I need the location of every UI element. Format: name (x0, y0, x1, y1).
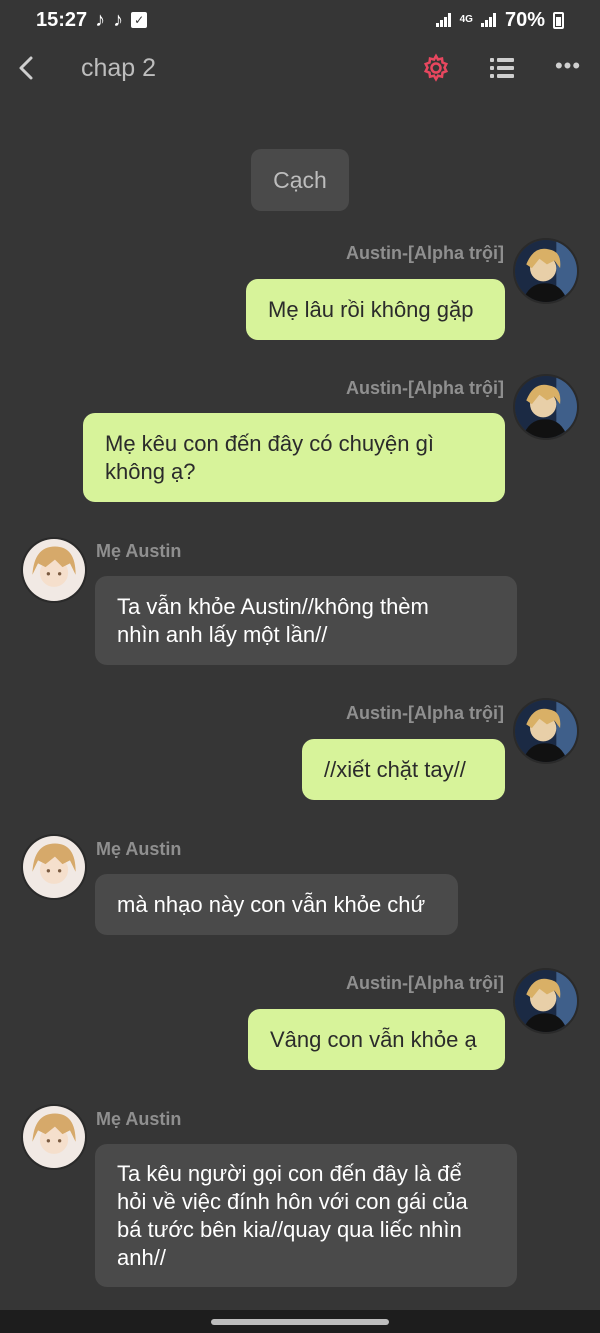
message-text: anh// (117, 1244, 166, 1270)
list-icon (490, 58, 514, 78)
message-text: //xiết chặt tay// (324, 756, 466, 782)
message-text: không ạ? (105, 458, 196, 484)
settings-button[interactable] (420, 52, 452, 84)
sender-name: Mẹ Austin (96, 541, 182, 561)
sender-name: Austin-[Alpha trội] (346, 973, 504, 993)
more-icon: ••• (554, 53, 582, 78)
network-label: 4G (459, 14, 473, 25)
avatar[interactable] (513, 238, 579, 304)
sender-name: Austin-[Alpha trội] (346, 703, 504, 723)
message-bubble: //xiết chặt tay// (302, 739, 505, 800)
clock: 15:27 (36, 8, 88, 31)
message-text: nhìn anh lấy một lần// (117, 621, 328, 647)
message-text: Mẹ lâu rồi không gặp (268, 296, 474, 322)
message-bubble: Mẹ lâu rồi không gặp (246, 279, 505, 340)
message-bubble: Ta kêu người gọi con đến đây là để hỏi v… (95, 1144, 517, 1287)
tiktok-icon: ♪ (113, 8, 124, 31)
list-button[interactable] (486, 52, 518, 84)
battery-icon (553, 11, 564, 29)
chat-header: chap 2 ••• (0, 40, 600, 100)
scene-sound-label: Cạch (251, 149, 349, 211)
signal-icon (480, 13, 497, 27)
avatar[interactable] (21, 834, 87, 900)
avatar[interactable] (513, 968, 579, 1034)
status-bar: 15:27 ♪ ♪ ✓ 4G 70% (0, 0, 600, 40)
sender-name: Mẹ Austin (96, 839, 182, 859)
back-button[interactable] (12, 50, 42, 86)
message-bubble: Ta vẫn khỏe Austin//không thèm nhìn anh … (95, 576, 517, 665)
message-bubble: Vâng con vẫn khỏe ạ (248, 1009, 505, 1070)
message-text: mà nhạo này con vẫn khỏe chứ (117, 891, 426, 917)
message-text: Vâng con vẫn khỏe ạ (270, 1026, 477, 1052)
back-icon (19, 56, 33, 80)
tiktok-icon: ♪ (95, 8, 106, 31)
avatar[interactable] (513, 698, 579, 764)
avatar[interactable] (21, 537, 87, 603)
page-title: chap 2 (81, 54, 157, 82)
message-text: Ta vẫn khỏe Austin//không thèm (117, 593, 429, 619)
check-icon: ✓ (131, 12, 148, 28)
sender-name: Austin-[Alpha trội] (346, 243, 504, 263)
signal-icon (435, 13, 452, 27)
message-text: bá tước bên kia//quay qua liếc nhìn (117, 1216, 462, 1242)
avatar[interactable] (513, 374, 579, 440)
message-text: Mẹ kêu con đến đây có chuyện gì (105, 430, 434, 456)
battery-level: 70% (504, 8, 545, 31)
sender-name: Austin-[Alpha trội] (346, 378, 504, 398)
message-bubble: mà nhạo này con vẫn khỏe chứ (95, 874, 458, 935)
more-button[interactable]: ••• (552, 52, 584, 84)
sender-name: Mẹ Austin (96, 1109, 182, 1129)
message-text: hỏi về việc đính hôn với con gái của (117, 1188, 468, 1214)
message-bubble: Mẹ kêu con đến đây có chuyện gì không ạ? (83, 413, 505, 502)
message-text: Ta kêu người gọi con đến đây là để (117, 1160, 462, 1186)
avatar[interactable] (21, 1104, 87, 1170)
gear-icon (423, 53, 449, 82)
home-indicator[interactable] (211, 1319, 389, 1325)
